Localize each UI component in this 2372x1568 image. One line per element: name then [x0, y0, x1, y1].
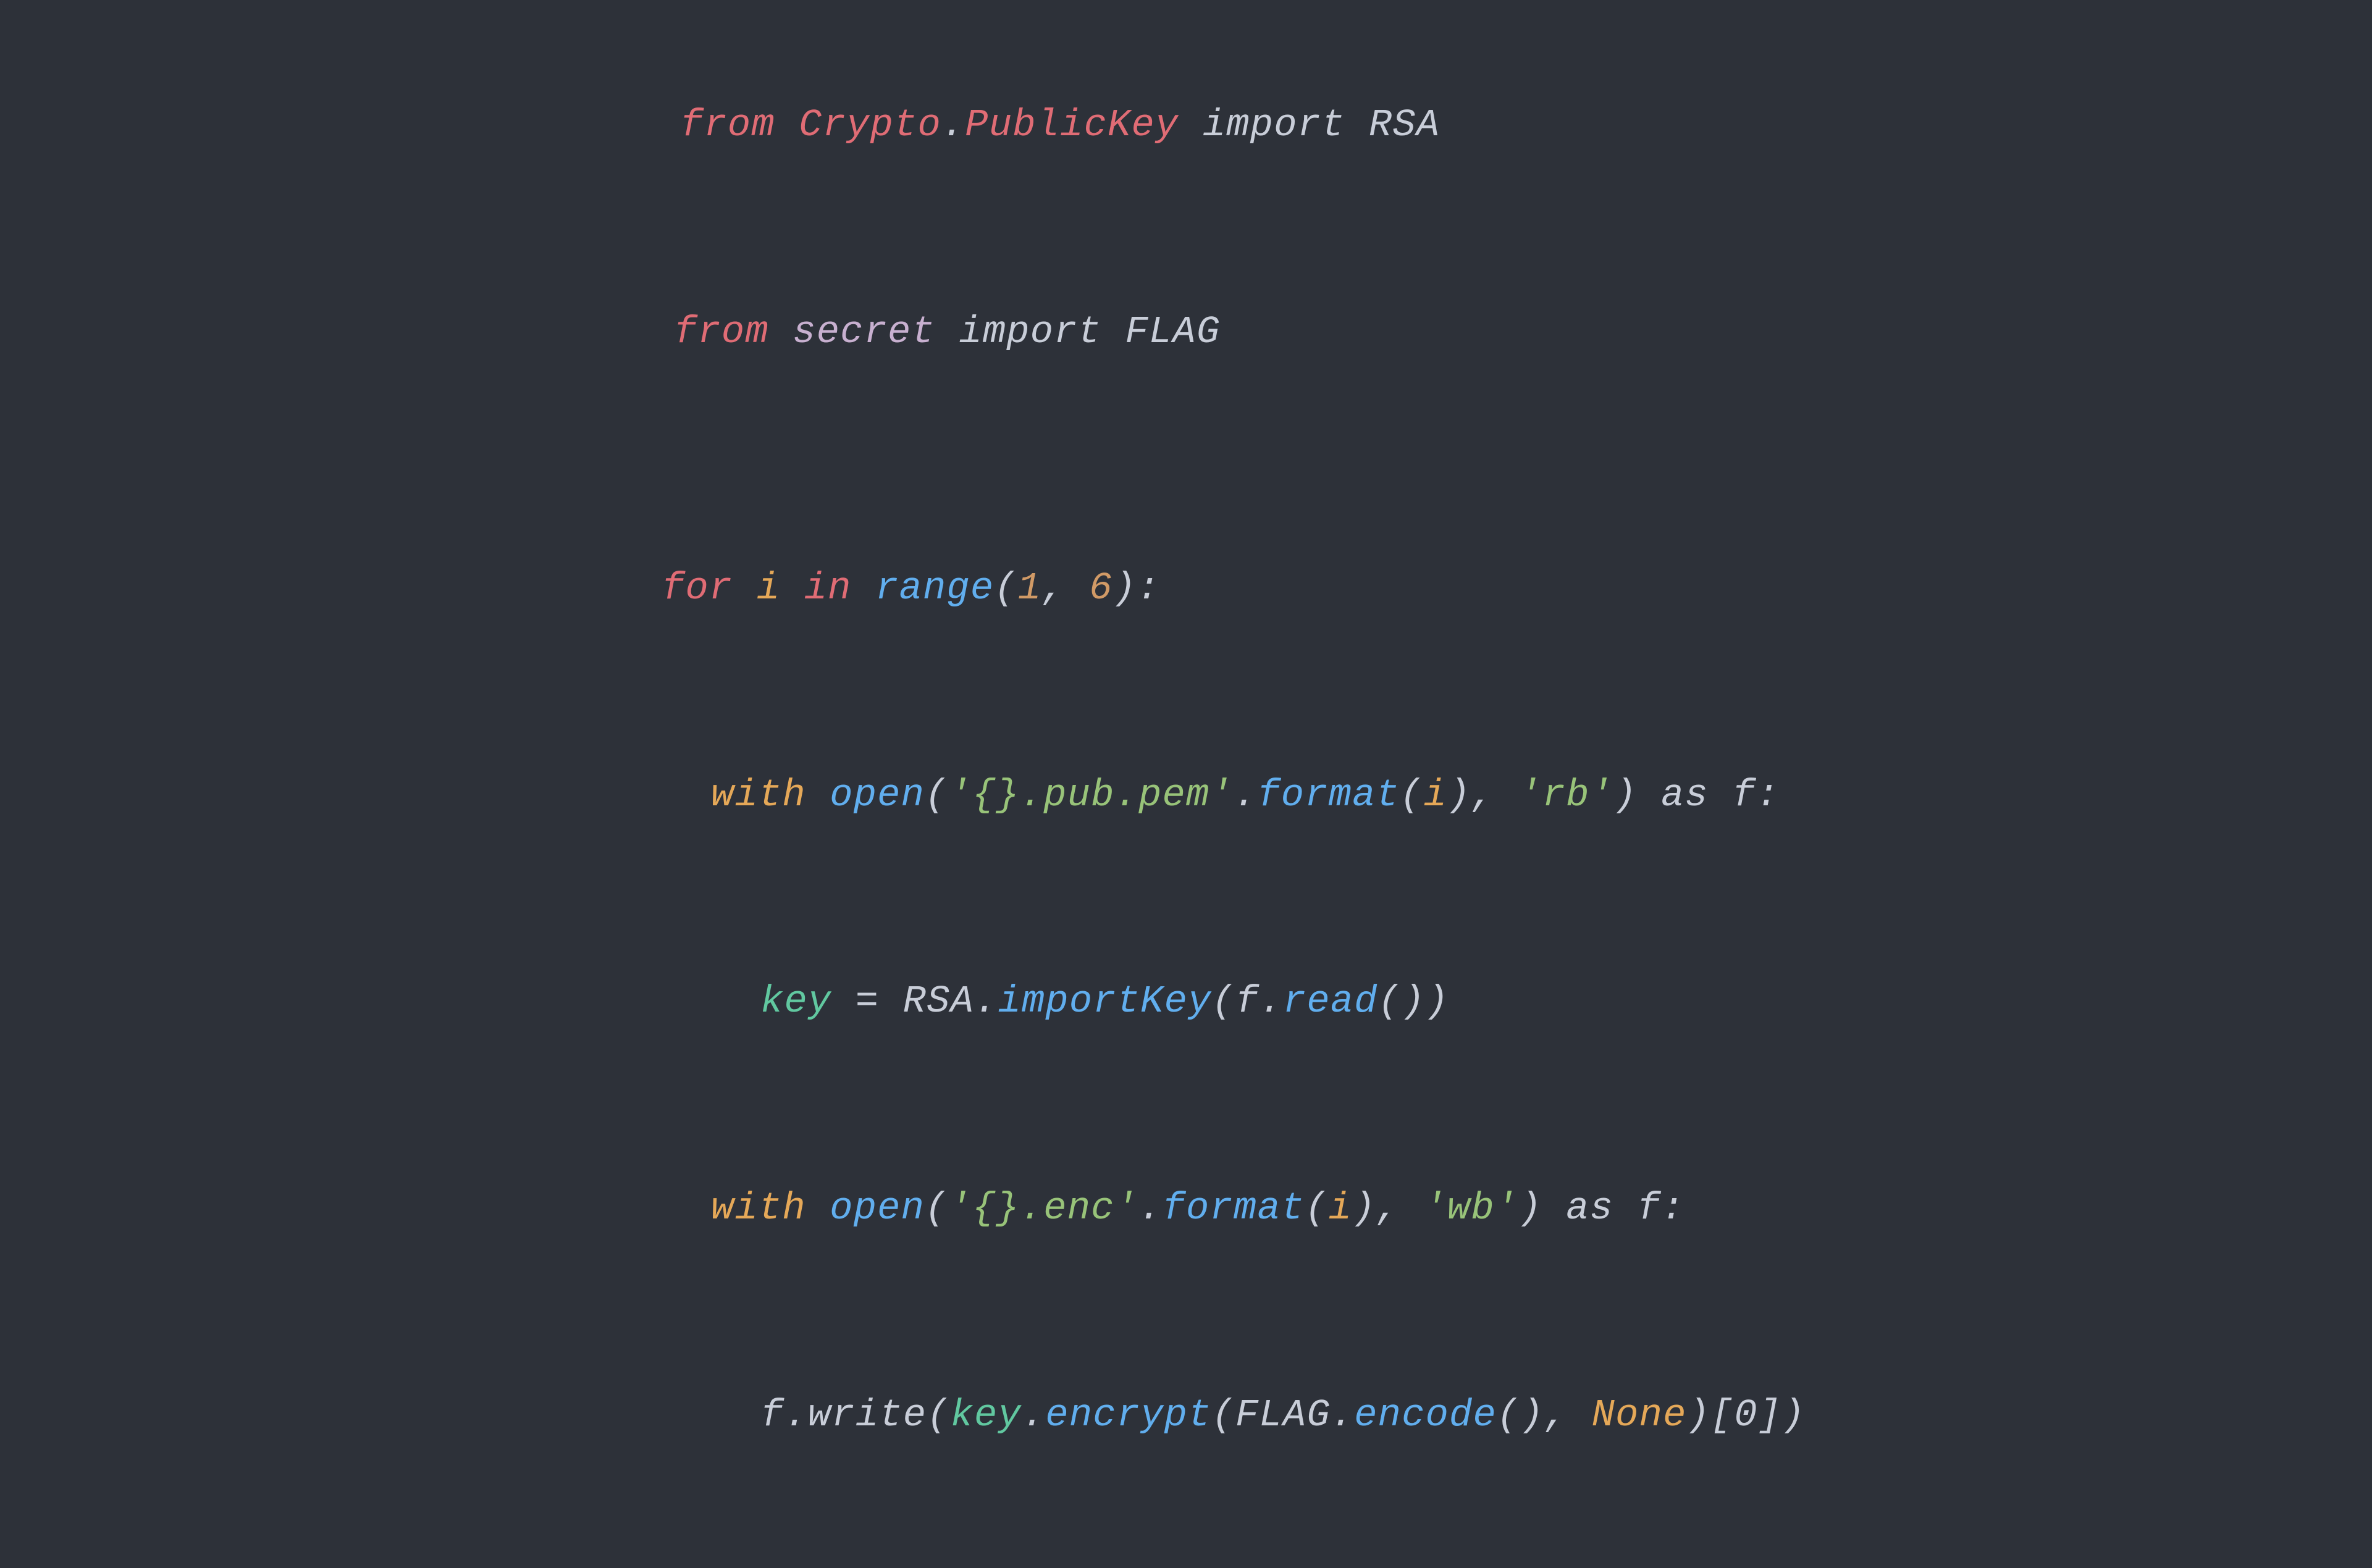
- keyword-with-2: with: [711, 1186, 830, 1230]
- var-i-1: i: [1423, 773, 1447, 817]
- func-range: range: [875, 566, 994, 610]
- dot-format-2: .: [1138, 1186, 1162, 1230]
- comma-1: ,: [1041, 566, 1089, 610]
- string-rb: 'rb': [1518, 773, 1613, 817]
- keyword-as-1: as: [1638, 773, 1733, 817]
- paren-close-2: ): [1613, 773, 1637, 817]
- code-block: #!/usr/bin/env python3 from Crypto.Publi…: [505, 0, 1867, 1568]
- keyword-for: for: [662, 566, 757, 610]
- class-rsa: RSA: [1369, 103, 1440, 147]
- string-pub: '{}.pub.pem': [949, 773, 1234, 817]
- var-key-2: key: [951, 1393, 1022, 1437]
- colon-1: :: [1137, 566, 1160, 610]
- func-encode: encode: [1354, 1393, 1497, 1437]
- var-i-2: i: [1329, 1186, 1352, 1230]
- keyword-import-1: import: [1179, 103, 1369, 147]
- func-importkey: importKey: [998, 979, 1212, 1023]
- class-publickey: PublicKey: [965, 103, 1179, 147]
- paren-close-5: ): [1518, 1186, 1542, 1230]
- paren-open-2: (: [925, 773, 948, 817]
- var-f-4: f: [760, 1393, 784, 1437]
- line-with1: with open('{}.pub.pem'.format(i), 'rb') …: [566, 692, 1806, 899]
- var-f-3: f: [1638, 1186, 1661, 1230]
- keyword-none: None: [1592, 1393, 1687, 1437]
- parens-encode: (): [1497, 1393, 1544, 1437]
- var-key: key: [760, 979, 831, 1023]
- func-write: write: [808, 1393, 927, 1437]
- func-encrypt: encrypt: [1045, 1393, 1211, 1437]
- blank-line-1: [566, 435, 1806, 485]
- module-secret: secret: [793, 310, 935, 354]
- module-crypto: Crypto: [799, 103, 941, 147]
- func-format-2: format: [1163, 1186, 1305, 1230]
- comma-2: ,: [1471, 773, 1518, 817]
- keyword-from-1: from: [680, 103, 799, 147]
- paren-open-7: (: [927, 1393, 950, 1437]
- paren-close-4: ): [1426, 979, 1449, 1023]
- line-import2: from secret import FLAG: [566, 228, 1806, 435]
- func-open-1: open: [830, 773, 925, 817]
- num-6: 6: [1089, 566, 1112, 610]
- string-enc: '{}.enc': [949, 1186, 1139, 1230]
- var-f-2: f: [1235, 979, 1259, 1023]
- colon-3: :: [1661, 1186, 1684, 1230]
- line-with2: with open('{}.enc'.format(i), 'wb') as f…: [566, 1105, 1806, 1312]
- bracket-0: [0]: [1710, 1393, 1781, 1437]
- paren-close-7: ): [1781, 1393, 1805, 1437]
- flag-ref: FLAG: [1235, 1393, 1331, 1437]
- colon-2: :: [1756, 773, 1780, 817]
- var-f-1: f: [1732, 773, 1756, 817]
- paren-open-3: (: [1400, 773, 1423, 817]
- keyword-import-2: import: [935, 310, 1125, 354]
- keyword-as-2: as: [1542, 1186, 1638, 1230]
- keyword-from-2: from: [674, 310, 793, 354]
- comma-4: ,: [1544, 1393, 1592, 1437]
- num-1: 1: [1018, 566, 1041, 610]
- comma-3: ,: [1376, 1186, 1424, 1230]
- dot-3: .: [1259, 979, 1282, 1023]
- line-key: key = RSA.importKey(f.read()): [566, 899, 1806, 1105]
- paren-close-8: ): [1687, 1393, 1710, 1437]
- class-flag: FLAG: [1125, 310, 1221, 354]
- keyword-in: in: [780, 566, 875, 610]
- dot-4: .: [784, 1393, 807, 1437]
- dot-6: .: [1331, 1393, 1354, 1437]
- var-i-for: i: [757, 566, 780, 610]
- paren-open-1: (: [994, 566, 1017, 610]
- paren-open-4: (: [1212, 979, 1235, 1023]
- line-for: for i in range(1, 6):: [566, 485, 1806, 692]
- paren-open-8: (: [1212, 1393, 1235, 1437]
- line-write: f.write(key.encrypt(FLAG.encode(), None)…: [566, 1312, 1806, 1519]
- dot-2: .: [974, 979, 998, 1023]
- dot-1: .: [941, 103, 965, 147]
- func-read: read: [1283, 979, 1378, 1023]
- paren-open-5: (: [925, 1186, 948, 1230]
- dot-5: .: [1022, 1393, 1045, 1437]
- paren-close-6: ): [1352, 1186, 1376, 1230]
- string-wb: 'wb': [1423, 1186, 1518, 1230]
- line-import1: from Crypto.PublicKey import RSA: [566, 22, 1806, 229]
- rsa-ref: RSA: [903, 979, 974, 1023]
- paren-close-1: ): [1113, 566, 1137, 610]
- func-open-2: open: [830, 1186, 925, 1230]
- equals-1: =: [831, 979, 902, 1023]
- parens-read: (): [1378, 979, 1426, 1023]
- func-format-1: format: [1257, 773, 1400, 817]
- paren-close-3: ): [1447, 773, 1471, 817]
- paren-open-6: (: [1305, 1186, 1328, 1230]
- dot-format-1: .: [1234, 773, 1257, 817]
- keyword-with-1: with: [711, 773, 830, 817]
- line-shebang: #!/usr/bin/env python3: [566, 0, 1806, 22]
